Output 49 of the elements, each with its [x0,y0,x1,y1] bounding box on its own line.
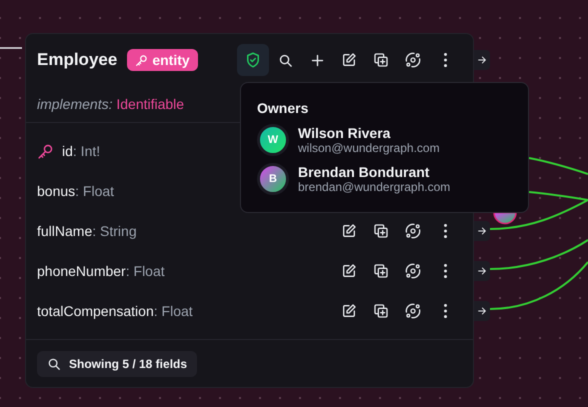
edit-icon [341,303,357,319]
more-icon [444,264,446,278]
popover-title: Owners [257,100,310,116]
more-icon [444,224,446,238]
implements-text: implements: Identifiable [37,96,184,112]
port-button[interactable] [474,50,490,70]
field-text: fullName: String [37,223,137,239]
owner-email: wilson@wundergraph.com [298,141,440,155]
field-search-button[interactable]: Showing 5 / 18 fields [37,350,198,376]
copy-plus-icon [373,223,389,239]
edge-line [0,47,22,49]
shield-icon [244,51,262,69]
port-button[interactable] [474,221,490,241]
field-text: bonus: Float [37,183,114,199]
orbit-icon [405,303,421,319]
edit-icon [341,263,357,279]
field-text: id: Int! [62,143,100,159]
arrow-icon [477,266,487,276]
owner-email: brendan@wundergraph.com [298,180,450,194]
avatar-node [493,212,517,224]
search-icon [47,356,61,370]
port-button[interactable] [474,261,490,281]
badge-label: entity [152,52,190,68]
owners-button[interactable] [237,44,269,76]
orbit-icon [405,52,421,68]
more-icon [444,53,446,67]
field-text: totalCompensation: Float [37,303,193,319]
search-icon [278,52,292,68]
more-icon [444,304,446,318]
edge-line [528,157,588,175]
owner-name: Brendan Bondurant [298,164,430,180]
orbit-icon [405,223,421,239]
arrow-icon [477,55,487,65]
copy-plus-icon [373,52,389,68]
avatar: B [257,163,289,195]
edit-icon [341,223,357,239]
copy-plus-icon [373,263,389,279]
field-text: phoneNumber: Float [37,263,165,279]
owner-name: Wilson Rivera [298,125,392,141]
arrow-icon [477,306,487,316]
type-title: Employee [37,50,118,70]
copy-plus-icon [373,303,389,319]
avatar: W [257,124,289,156]
arrow-icon [477,226,487,236]
port-button[interactable] [474,301,490,321]
edit-icon [341,52,357,68]
plus-icon [310,52,324,68]
orbit-icon [405,263,421,279]
key-icon [135,54,148,66]
